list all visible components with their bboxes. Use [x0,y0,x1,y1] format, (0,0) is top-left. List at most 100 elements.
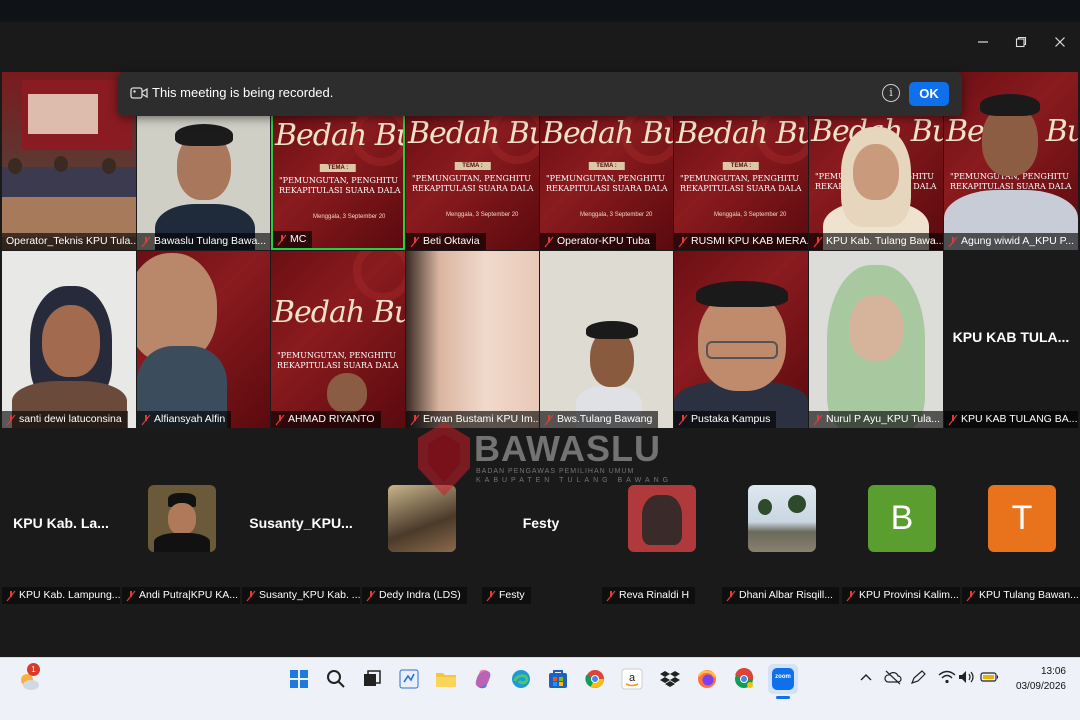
video-tile[interactable]: Bawaslu Tulang Bawa... [137,114,270,250]
video-tile[interactable]: Pustaka Kampus [674,251,808,428]
recording-banner: This meeting is being recorded. i OK [118,72,962,116]
participant-name: santi dewi latuconsina [2,411,128,428]
edge-icon [512,670,530,688]
video-tile[interactable]: Bedah Bu TEMA : "PEMUNGUTAN, PENGHITU REK… [540,114,673,250]
chrome-alt-button[interactable] [731,666,757,692]
video-tile[interactable]: Susanty_KPU... Susanty_KPU Kab. ... [242,460,360,604]
avatar [148,485,216,552]
battery-button[interactable] [980,668,998,686]
video-tile[interactable]: Bedah Bu TEMA : "PEMUNGUTAN, PENGHITU REK… [406,114,539,250]
muted-mic-icon [726,590,736,601]
cloud-off-icon [884,670,902,685]
minimize-icon [978,41,988,43]
participant-name: Andi Putra|KPU KA... [122,587,240,604]
participant-name: Bws.Tulang Bawang [540,411,659,428]
system-clock[interactable]: 13:06 03/09/2026 [1016,664,1066,694]
zoom-button[interactable]: zoom [768,664,798,694]
dropbox-button[interactable] [657,666,683,692]
clock-time: 13:06 [1040,666,1066,677]
muted-mic-icon [544,414,554,425]
muted-mic-icon [366,590,376,601]
edge-button[interactable] [508,666,534,692]
start-button[interactable] [286,666,312,692]
store-icon [549,670,567,688]
wifi-button[interactable] [938,668,956,686]
dropbox-icon [660,671,680,687]
notification-badge: 1 [27,663,40,676]
participant-display-name: KPU KAB TULA... [952,329,1070,345]
restore-button[interactable] [1006,30,1036,54]
microsoft-store-button[interactable] [545,666,571,692]
participant-name: Nurul P Ayu_KPU Tula... [809,411,943,428]
video-tile[interactable]: Bedah Bu TEMA : "PEMUNGUTAN, PENGHITU REK… [674,114,808,250]
minimize-button[interactable] [968,30,998,54]
presentation-slide: Bedah Bu TEMA : "PEMUNGUTAN, PENGHITU REK… [674,114,808,250]
muted-mic-icon [410,414,420,425]
pen-menu-button[interactable] [910,668,928,686]
video-tile[interactable]: Bws.Tulang Bawang [540,251,673,428]
volume-button[interactable] [958,668,976,686]
clock-date: 03/09/2026 [1015,681,1066,692]
video-tile[interactable]: Alfiansyah Alfin [137,251,270,428]
video-tile[interactable]: Nurul P Ayu_KPU Tula... [809,251,943,428]
muted-mic-icon [486,590,496,601]
video-tile[interactable]: Erwan Bustami KPU Im... [406,251,539,428]
video-tile[interactable]: B KPU Provinsi Kalim... [842,460,960,604]
presentation-slide: Bedah Bu TEMA : "PEMUNGUTAN, PENGHITU REK… [273,116,403,248]
video-tile[interactable]: Dhani Albar Risqill... [722,460,840,604]
muted-mic-icon [544,236,554,247]
info-icon[interactable]: i [882,84,900,102]
recording-message: This meeting is being recorded. [152,85,334,100]
firefox-button[interactable] [694,666,720,692]
participant-name: Operator-KPU Tuba [540,233,656,250]
video-tile[interactable]: KPU Kab. La... KPU Kab. Lampung... [2,460,120,604]
video-tile[interactable]: Bedah Bu "PEMUNGUTAN, PENGHITUREKAPITULA… [944,72,1078,250]
show-hidden-icons-button[interactable] [857,668,875,686]
muted-mic-icon [141,236,151,247]
video-tile[interactable]: Andi Putra|KPU KA... [122,460,240,604]
muted-mic-icon [966,590,976,601]
window-titlebar [0,0,1080,62]
chrome-icon [585,670,604,688]
participant-name: Dedy Indra (LDS) [362,587,467,604]
participant-display-name: Susanty_KPU... [249,515,353,531]
pen-icon [910,670,926,684]
ok-button[interactable]: OK [909,82,949,106]
video-tile[interactable]: Festy Festy [482,460,600,604]
copilot-icon [475,669,491,689]
task-view-button[interactable] [359,666,385,692]
tray-app-button[interactable] [884,668,902,686]
amazon-button[interactable]: a [619,666,645,692]
file-explorer-button[interactable] [433,666,459,692]
participant-name: Susanty_KPU Kab. ... [242,587,360,604]
video-tile[interactable]: Operator_Teknis KPU Tula... [2,72,136,250]
video-tile[interactable]: Dedy Indra (LDS) [362,460,480,604]
chevron-up-icon [860,674,872,681]
participant-name: Dhani Albar Risqill... [722,587,839,604]
close-button[interactable] [1045,30,1075,54]
muted-mic-icon [6,414,16,425]
video-tile[interactable]: T KPU Tulang Bawan... [962,460,1080,604]
participant-name: KPU Kab. Lampung... [2,587,120,604]
muted-mic-icon [277,234,287,245]
muted-mic-icon [275,414,285,425]
close-icon [1055,37,1065,47]
search-button[interactable] [323,666,349,692]
participant-name: KPU Provinsi Kalim... [842,587,960,604]
chrome-button[interactable] [582,666,608,692]
participant-display-name: Festy [522,515,560,531]
participant-name: RUSMI KPU KAB MERA... [674,233,808,250]
video-tile[interactable]: KPU KAB TULA... KPU KAB TULANG BA... [944,251,1078,428]
video-tile[interactable]: Reva Rinaldi H [602,460,720,604]
video-tile[interactable]: Bedah Bu "PEMUNGUTAN, PENGHITUREKAPITULA… [271,251,405,428]
muted-mic-icon [948,414,958,425]
video-tile-active-speaker[interactable]: Bedah Bu TEMA : "PEMUNGUTAN, PENGHITU REK… [271,114,405,250]
participant-name: Erwan Bustami KPU Im... [406,411,539,428]
wifi-icon [938,670,956,684]
copilot-button[interactable] [470,666,496,692]
video-tile[interactable]: santi dewi latuconsina [2,251,136,428]
widgets-button[interactable] [396,666,422,692]
task-view-icon [364,670,381,686]
muted-mic-icon [141,414,151,425]
muted-mic-icon [606,590,616,601]
